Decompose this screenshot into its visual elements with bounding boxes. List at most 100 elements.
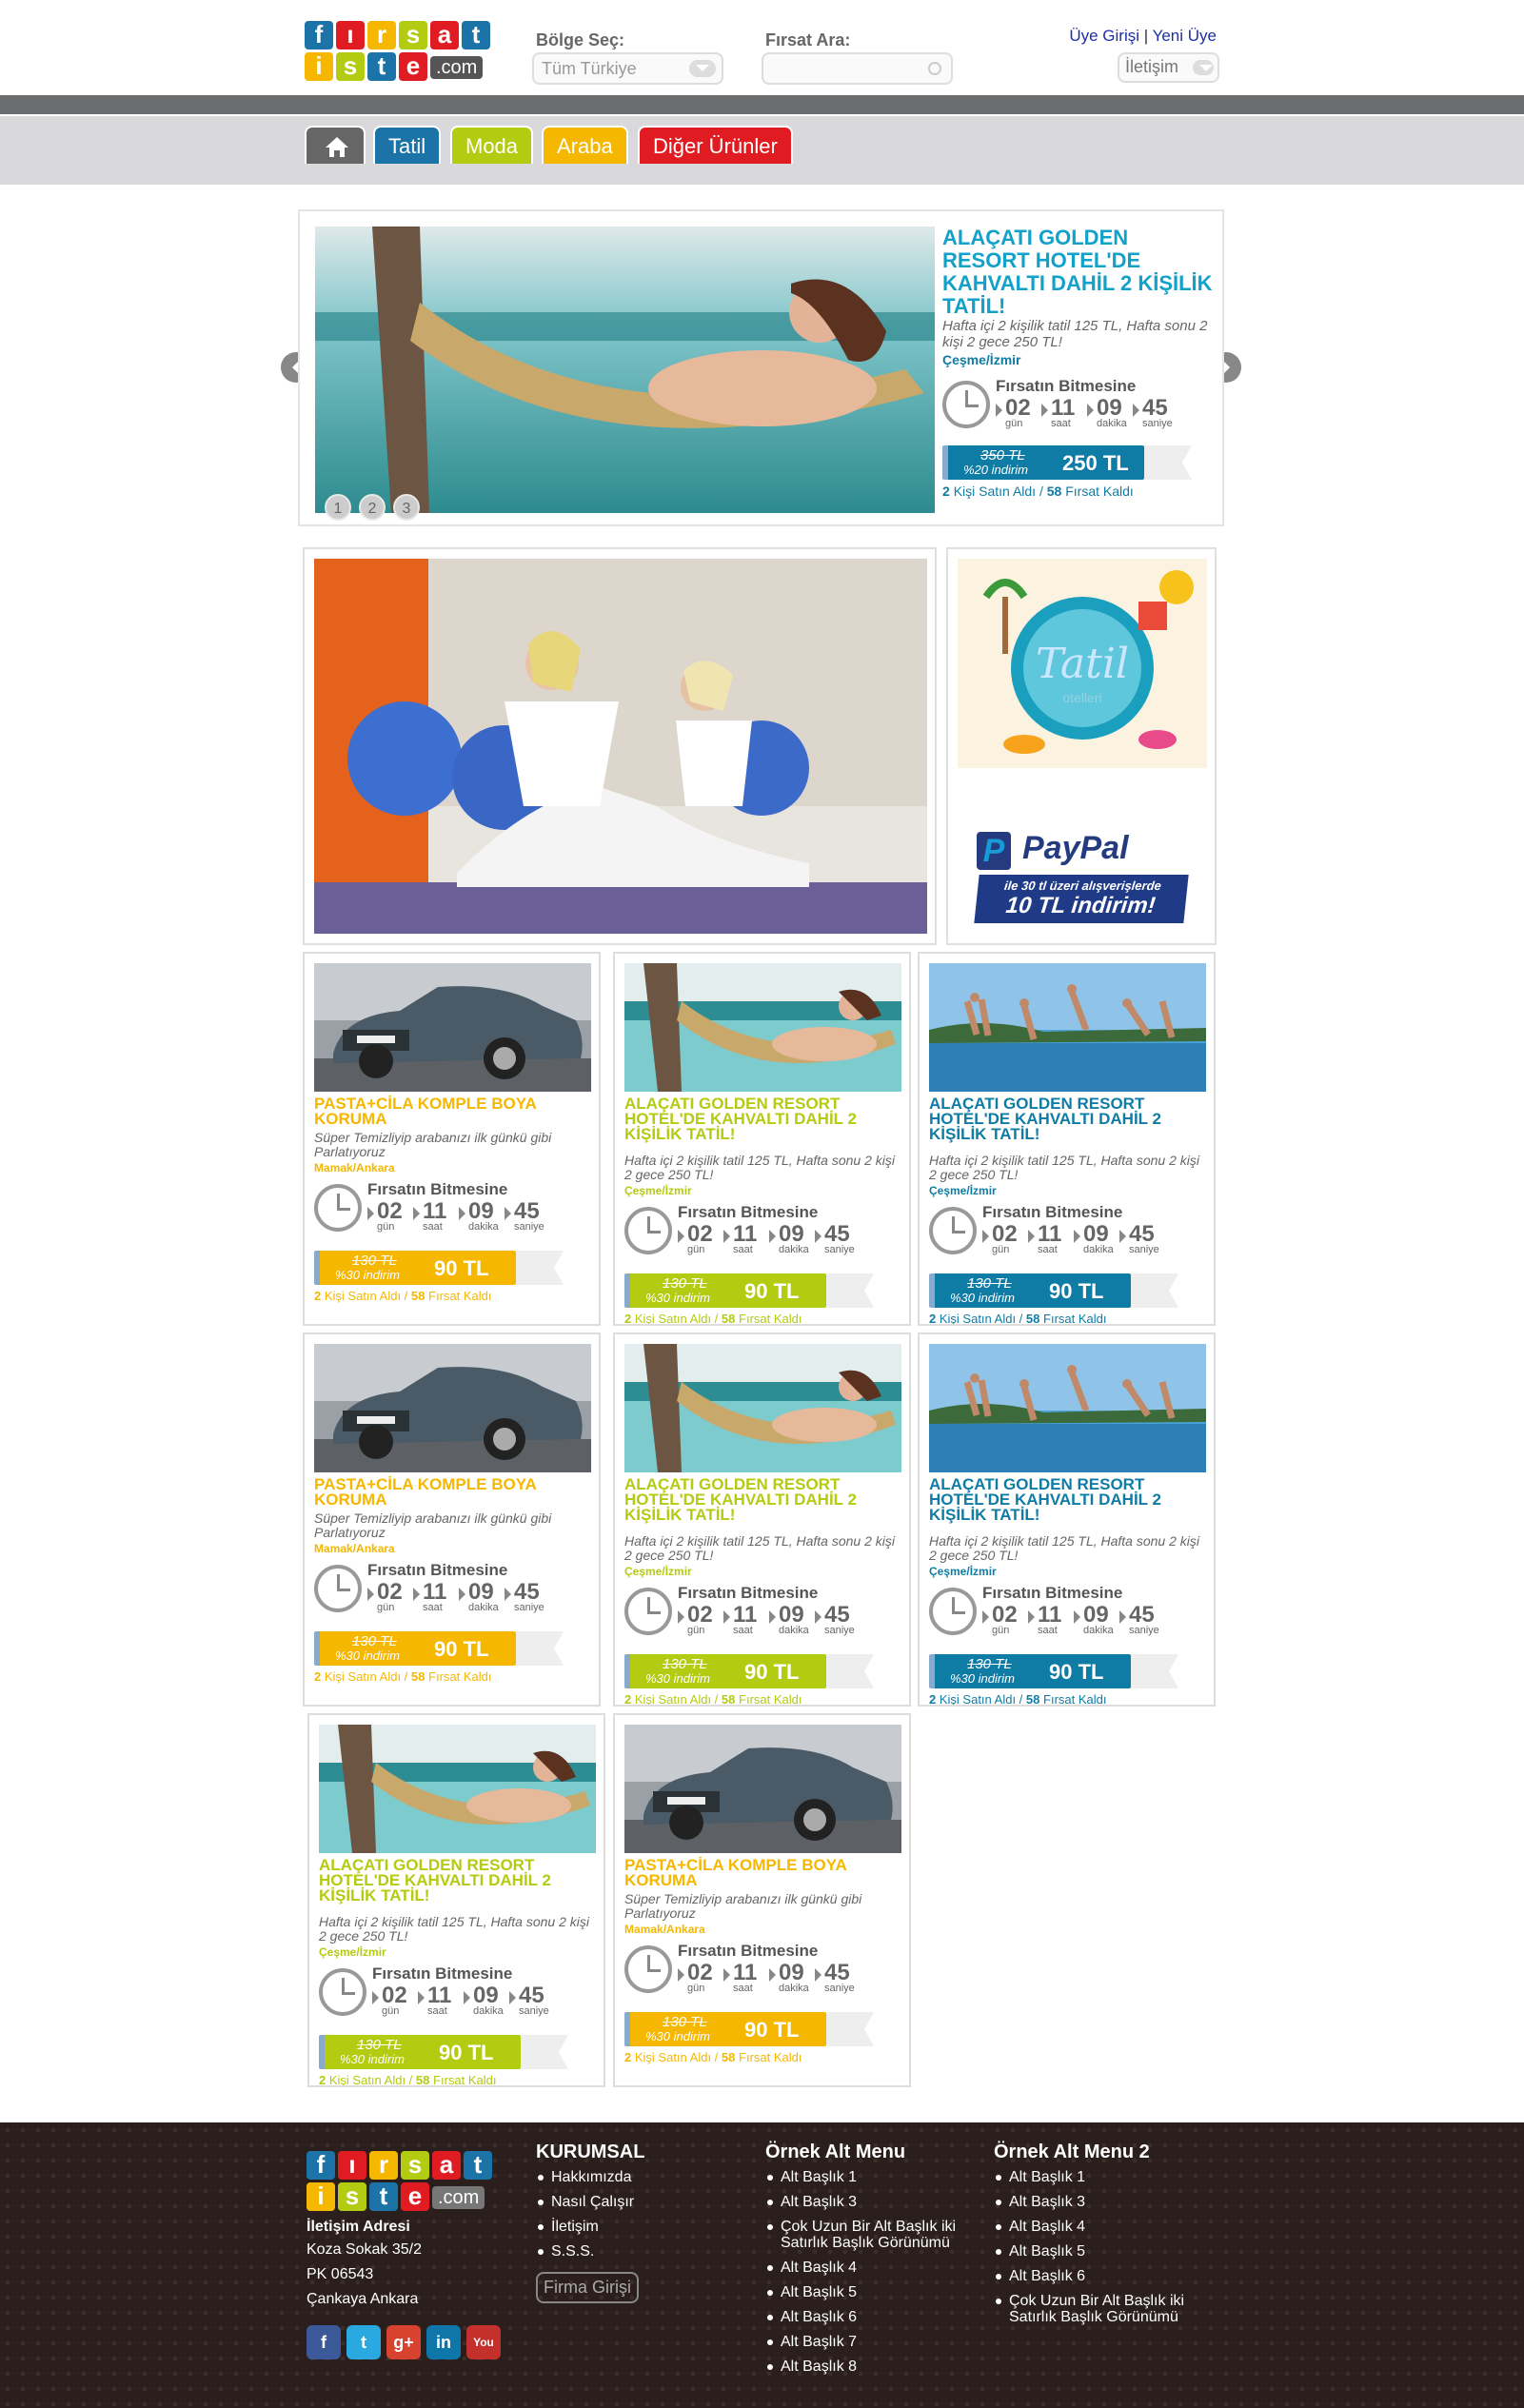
deal-card[interactable]: ALAÇATI GOLDEN RESORT HOTEL'DE KAHVALTI … (918, 952, 1216, 1326)
tab-diğer-ürünler[interactable]: Diğer Ürünler (638, 126, 793, 164)
footer-link[interactable]: Çok Uzun Bir Alt Başlık iki Satırlık Baş… (765, 2219, 994, 2251)
tab-home[interactable] (305, 126, 366, 164)
timer-days: 02 (992, 1221, 1018, 1247)
old-price: 130 TL (967, 1656, 1012, 1672)
timer-secs-unit: saniye (1129, 1625, 1159, 1636)
tab-tatil[interactable]: Tatil (373, 126, 442, 164)
slider-dot[interactable]: 2 (359, 494, 386, 521)
twitter-icon[interactable]: t (346, 2325, 381, 2359)
footer-link[interactable]: Nasıl Çalışır (536, 2194, 764, 2210)
footer-link[interactable]: S.S.S. (536, 2243, 764, 2260)
footer-link[interactable]: Alt Başlık 8 (765, 2359, 994, 2375)
deal-image[interactable] (314, 1344, 591, 1472)
search-input[interactable] (762, 52, 953, 85)
price-tag[interactable]: 130 TL %30 indirim 90 TL (929, 1273, 1210, 1312)
deal-card[interactable]: PASTA+CİLA KOMPLE BOYA KORUMA Süper Temi… (613, 1713, 911, 2087)
deal-card[interactable]: ALAÇATI GOLDEN RESORT HOTEL'DE KAHVALTI … (613, 952, 911, 1326)
search-icon[interactable] (928, 62, 941, 75)
footer-link[interactable]: Alt Başlık 5 (994, 2243, 1222, 2260)
deal-title[interactable]: PASTA+CİLA KOMPLE BOYA KORUMA (314, 1095, 595, 1127)
tatil-otelleri-banner[interactable]: Tatil otelleri (958, 559, 1207, 768)
facebook-icon[interactable]: f (307, 2325, 341, 2359)
deal-title[interactable]: ALAÇATI GOLDEN RESORT HOTEL'DE KAHVALTI … (929, 1095, 1210, 1142)
address-line: Çankaya Ankara (307, 2291, 419, 2307)
deal-title[interactable]: ALAÇATI GOLDEN RESORT HOTEL'DE KAHVALTI … (929, 1476, 1210, 1523)
tab-araba[interactable]: Araba (542, 126, 628, 164)
slider-dot[interactable]: 1 (325, 494, 351, 521)
footer-link[interactable]: Alt Başlık 6 (765, 2309, 994, 2325)
footer-link[interactable]: Alt Başlık 3 (765, 2194, 994, 2210)
footer-link[interactable]: Alt Başlık 4 (994, 2219, 1222, 2235)
footer-link[interactable]: Alt Başlık 1 (765, 2169, 994, 2185)
footer-link[interactable]: Çok Uzun Bir Alt Başlık iki Satırlık Baş… (994, 2293, 1222, 2325)
timer-days-unit: gün (382, 2005, 400, 2017)
login-link[interactable]: Üye Girişi (1069, 27, 1139, 45)
deal-image[interactable] (624, 1725, 901, 1853)
price-tag[interactable]: 130 TL %30 indirim 90 TL (929, 1654, 1210, 1692)
deal-image[interactable] (314, 963, 591, 1092)
countdown-timer: Fırsatın Bitmesine 02 gün 11 saat 09 dakika… (929, 1203, 1210, 1260)
deal-card[interactable]: ALAÇATI GOLDEN RESORT HOTEL'DE KAHVALTI … (918, 1332, 1216, 1707)
deal-title[interactable]: ALAÇATI GOLDEN RESORT HOTEL'DE KAHVALTI … (319, 1857, 600, 1904)
contact-dropdown[interactable]: İletişim (1118, 52, 1219, 83)
contact-label: İletişim (1125, 57, 1179, 76)
timer-hours-unit: saat (427, 2005, 447, 2017)
discount-rate: %30 indirim (340, 2052, 405, 2066)
footer-link[interactable]: İletişim (536, 2219, 764, 2235)
price-tag[interactable]: 130 TL %30 indirim 90 TL (624, 1273, 905, 1312)
deal-image[interactable] (929, 963, 1206, 1092)
timer-mins: 09 (468, 1579, 494, 1605)
paypal-banner[interactable]: P PayPal ile 30 tl üzeri alışverişlerde … (974, 830, 1189, 935)
price-tag[interactable]: 130 TL %30 indirim 90 TL (624, 1654, 905, 1692)
deal-card[interactable]: PASTA+CİLA KOMPLE BOYA KORUMA Süper Temi… (303, 952, 601, 1326)
slider-image[interactable] (315, 227, 935, 513)
price-tag[interactable]: 130 TL %30 indirim 90 TL (314, 1251, 595, 1289)
old-price: 130 TL (663, 1275, 707, 1292)
footer-link[interactable]: Alt Başlık 4 (765, 2260, 994, 2276)
deal-image[interactable] (624, 963, 901, 1092)
deal-title[interactable]: ALAÇATI GOLDEN RESORT HOTEL'DE KAHVALTI … (624, 1095, 905, 1142)
oteller-text: otelleri (1062, 690, 1102, 705)
countdown-timer: Fırsatın Bitmesine 02 gün 11 saat 09 dakika… (319, 1964, 600, 2022)
fitness-banner[interactable] (303, 547, 937, 945)
footer-link[interactable]: Alt Başlık 3 (994, 2194, 1222, 2210)
price-tag[interactable]: 130 TL %30 indirim 90 TL (314, 1631, 595, 1669)
googleplus-icon[interactable]: g+ (386, 2325, 421, 2359)
deal-title[interactable]: PASTA+CİLA KOMPLE BOYA KORUMA (624, 1857, 905, 1888)
timer-secs: 45 (519, 1983, 544, 2008)
new-price: 250 TL (1062, 451, 1129, 475)
register-link[interactable]: Yeni Üye (1153, 27, 1217, 45)
footer-link[interactable]: Alt Başlık 5 (765, 2284, 994, 2300)
price-tag[interactable]: 130 TL %30 indirim 90 TL (319, 2035, 600, 2073)
new-price: 90 TL (744, 1279, 800, 1303)
deal-card[interactable]: PASTA+CİLA KOMPLE BOYA KORUMA Süper Temi… (303, 1332, 601, 1707)
price-tag[interactable]: 350 TL %20 indirim 250 TL (942, 445, 1214, 484)
footer-link[interactable]: Alt Başlık 1 (994, 2169, 1222, 2185)
deal-desc: Hafta içi 2 kişilik tatil 125 TL, Hafta … (929, 1533, 1200, 1563)
footer-link[interactable]: Alt Başlık 7 (765, 2334, 994, 2350)
slider-title[interactable]: ALAÇATI GOLDEN RESORT HOTEL'DE KAHVALTI … (942, 227, 1218, 318)
price-tag[interactable]: 130 TL %30 indirim 90 TL (624, 2012, 905, 2050)
deal-card[interactable]: ALAÇATI GOLDEN RESORT HOTEL'DE KAHVALTI … (307, 1713, 605, 2087)
new-price: 90 TL (1049, 1660, 1104, 1684)
youtube-icon[interactable]: You (466, 2325, 501, 2359)
slider-dot[interactable]: 3 (393, 494, 420, 521)
linkedin-icon[interactable]: in (426, 2325, 461, 2359)
deal-image[interactable] (319, 1725, 596, 1853)
deal-image[interactable] (624, 1344, 901, 1472)
deal-image[interactable] (929, 1344, 1206, 1472)
timer-label: Fırsatın Bitmesine (982, 1203, 1123, 1221)
tab-moda[interactable]: Moda (450, 126, 534, 164)
deal-card[interactable]: ALAÇATI GOLDEN RESORT HOTEL'DE KAHVALTI … (613, 1332, 911, 1707)
firm-login-button[interactable]: Firma Girişi (536, 2272, 639, 2303)
deal-title[interactable]: PASTA+CİLA KOMPLE BOYA KORUMA (314, 1476, 595, 1508)
site-logo[interactable]: fırsat i s t e .com (305, 21, 495, 84)
footer-link[interactable]: Alt Başlık 6 (994, 2268, 1222, 2284)
old-price: 130 TL (352, 1253, 397, 1269)
footer-logo[interactable]: fırsat i s t e .com (307, 2151, 497, 2211)
clock-icon (314, 1565, 362, 1612)
deal-title[interactable]: ALAÇATI GOLDEN RESORT HOTEL'DE KAHVALTI … (624, 1476, 905, 1523)
logo-letter: a (430, 21, 459, 49)
region-select[interactable]: Tüm Türkiye (532, 52, 723, 85)
footer-link[interactable]: Hakkımızda (536, 2169, 764, 2185)
